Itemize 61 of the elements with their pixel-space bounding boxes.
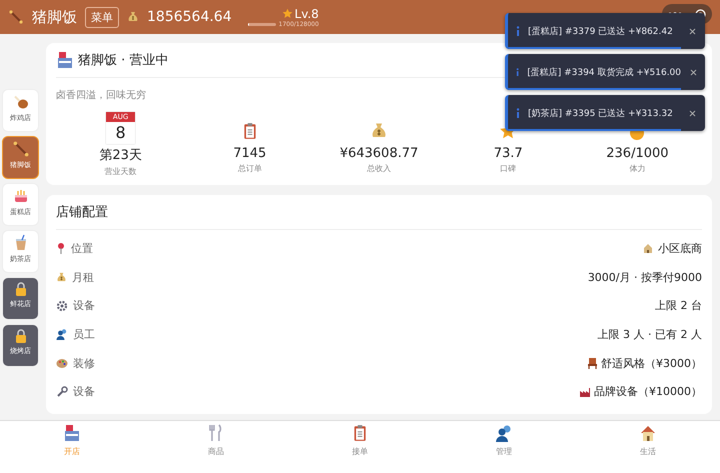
nav-tab[interactable]: 开店	[0, 421, 144, 473]
config-label: 月租	[72, 270, 94, 285]
money-bag-icon	[370, 122, 388, 140]
config-value: 上限 3 人 · 已有 2 人	[598, 326, 702, 342]
info-icon	[516, 26, 520, 36]
toast-text: [蛋糕店] #3379 已送达 +¥862.42	[528, 26, 674, 38]
config-label: 装修	[73, 356, 95, 371]
level-text: Lv.8	[294, 6, 319, 20]
store-icon	[63, 424, 81, 442]
card-title: 店铺配置	[56, 204, 108, 221]
stat-value: 73.7	[494, 146, 523, 161]
config-value: 小区底商	[658, 240, 702, 256]
drumstick-icon	[12, 93, 30, 111]
config-value: 3000/月 · 按季付9000	[588, 270, 702, 285]
people-icon	[495, 424, 513, 442]
config-value: 舒适风格（¥3000）	[601, 356, 702, 371]
bone-icon	[8, 9, 24, 25]
close-button[interactable]	[687, 26, 697, 36]
config-value: 品牌设备（¥10000）	[594, 384, 702, 400]
money-bag-icon	[56, 272, 67, 283]
xp-bar	[248, 22, 276, 26]
stat-value: 236/1000	[606, 146, 669, 161]
stat-label: 总收入	[366, 163, 391, 174]
gear-icon	[56, 300, 68, 312]
nav-tab[interactable]: 生活	[576, 421, 720, 473]
menu-button[interactable]: 菜单	[85, 6, 119, 28]
close-button[interactable]	[689, 67, 697, 77]
nav-tab[interactable]: 管理	[432, 421, 576, 473]
shop-name: 猪脚饭	[32, 8, 77, 26]
stat-value: ¥643608.77	[340, 146, 418, 161]
stat-label: 营业天数	[104, 166, 137, 177]
money-amount: 1856564.64	[147, 9, 232, 25]
stat-label: 总订单	[238, 163, 262, 174]
slogan: 卤香四溢，回味无穷	[56, 88, 147, 102]
config-label: 位置	[71, 240, 93, 256]
card-title: 猪脚饭 · 营业中	[78, 52, 168, 69]
close-button[interactable]	[687, 108, 697, 118]
factory-icon	[579, 386, 591, 398]
stat-value: 7145	[233, 146, 266, 161]
toast-text: [蛋糕店] #3394 取货完成 +¥516.00	[527, 66, 682, 78]
stat-value: 第23天	[99, 147, 142, 164]
palette-icon	[56, 357, 68, 370]
people-icon	[56, 328, 68, 340]
money-bag-icon	[127, 11, 139, 23]
nav-tab[interactable]: 接单	[288, 421, 432, 473]
info-icon	[516, 67, 520, 77]
config-label: 设备	[73, 384, 95, 400]
stat-label: 体力	[629, 163, 646, 174]
config-label: 设备	[73, 298, 95, 314]
store-icon	[56, 51, 74, 69]
bone-icon	[12, 140, 30, 158]
stat-label: 口碑	[500, 163, 516, 174]
star-icon	[282, 8, 293, 19]
toast-text: [奶茶店] #3395 已送达 +¥313.32	[528, 108, 674, 120]
house-icon	[639, 424, 657, 442]
pin-icon	[56, 242, 66, 254]
info-icon	[516, 108, 520, 118]
config-value: 上限 2 台	[655, 298, 702, 314]
config-label: 员工	[73, 326, 95, 342]
nav-tab[interactable]: 商品	[144, 421, 288, 473]
chair-icon	[587, 357, 598, 370]
